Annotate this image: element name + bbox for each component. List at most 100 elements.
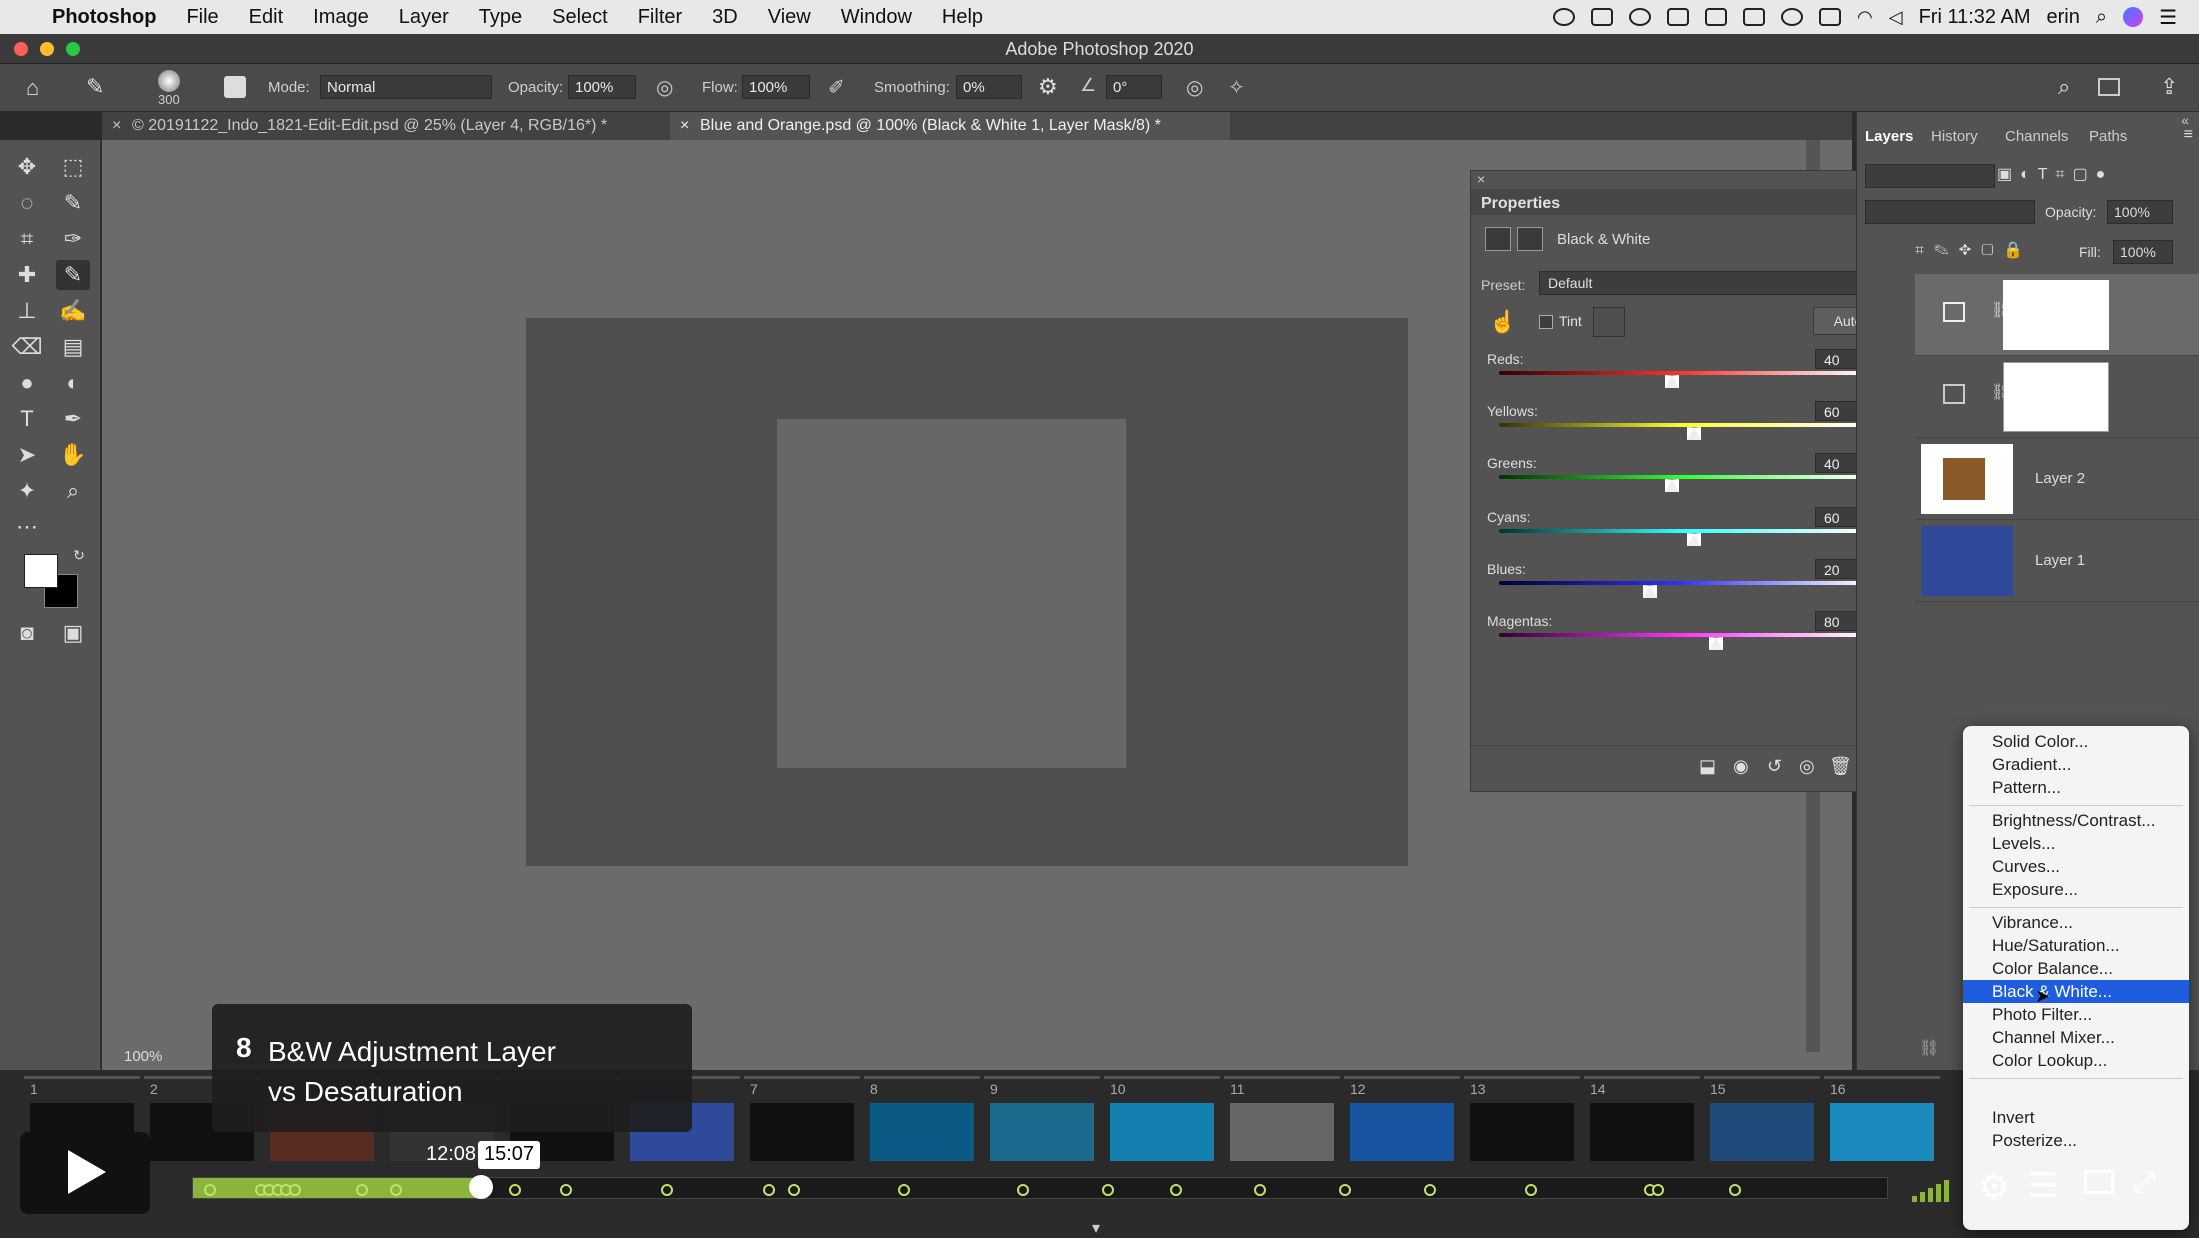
chapter-thumbnail[interactable]: 14 bbox=[1584, 1076, 1700, 1168]
chapter-marker[interactable] bbox=[762, 1184, 775, 1196]
home-icon[interactable]: ⌂ bbox=[26, 75, 39, 101]
lock-icons[interactable]: ⌗✎✥▢🔒 bbox=[1915, 240, 2033, 260]
smoothing-field[interactable]: 0% bbox=[956, 75, 1022, 99]
chapter-marker[interactable] bbox=[288, 1184, 301, 1196]
chapter-thumbnail[interactable]: 7 bbox=[744, 1076, 860, 1168]
chapter-thumbnail[interactable]: 10 bbox=[1104, 1076, 1220, 1168]
chapter-marker[interactable] bbox=[203, 1184, 216, 1196]
chapter-marker[interactable] bbox=[1728, 1184, 1741, 1196]
chapter-marker[interactable] bbox=[559, 1184, 572, 1196]
slider-thumb[interactable] bbox=[1687, 533, 1702, 546]
menu-item-color-lookup[interactable]: Color Lookup... bbox=[1963, 1049, 2189, 1072]
spotlight-search-icon[interactable]: ⌕ bbox=[2096, 6, 2107, 29]
layer-row-layer-1[interactable]: Layer 1 bbox=[1915, 520, 2199, 602]
flow-field[interactable]: 100% bbox=[742, 75, 810, 99]
chapter-thumbnail[interactable]: 15 bbox=[1704, 1076, 1820, 1168]
dodge-tool-icon[interactable]: ◐ bbox=[56, 368, 90, 398]
menu-image[interactable]: Image bbox=[313, 6, 369, 29]
menu-item-brightness-contrast[interactable]: Brightness/Contrast... bbox=[1963, 809, 2189, 832]
slider-track[interactable] bbox=[1499, 423, 1867, 427]
playhead[interactable] bbox=[468, 1175, 493, 1199]
chapter-thumbnail[interactable]: 11 bbox=[1224, 1076, 1340, 1168]
chapter-marker[interactable] bbox=[898, 1184, 911, 1196]
airplay-icon[interactable] bbox=[1819, 8, 1842, 26]
tab-channels[interactable]: Channels bbox=[2005, 128, 2068, 145]
chapter-marker[interactable] bbox=[1652, 1184, 1665, 1196]
chapter-thumbnail[interactable]: 9 bbox=[984, 1076, 1100, 1168]
menu-item-black-white[interactable]: Black & White... bbox=[1963, 980, 2189, 1003]
menu-type[interactable]: Type bbox=[479, 6, 522, 29]
menu-item-posterize[interactable]: Posterize... bbox=[1963, 1129, 2189, 1152]
layer-name[interactable]: Layer 1 bbox=[2035, 552, 2085, 569]
menu-filter[interactable]: Filter bbox=[638, 6, 682, 29]
clip-to-layer-icon[interactable]: ⬓ bbox=[1699, 756, 1716, 777]
hand-tool-icon[interactable]: ✋ bbox=[56, 440, 90, 470]
blend-mode-select[interactable] bbox=[1865, 200, 2035, 224]
mask-icon[interactable] bbox=[1517, 227, 1543, 251]
layer-row-layer-2[interactable]: Layer 2 bbox=[1915, 438, 2199, 520]
adjustment-layer-icon[interactable] bbox=[1485, 227, 1511, 251]
chapter-marker[interactable] bbox=[508, 1184, 521, 1196]
chapter-marker[interactable] bbox=[788, 1184, 801, 1196]
chapter-marker[interactable] bbox=[661, 1184, 674, 1196]
chapter-thumbnail[interactable]: 8 bbox=[864, 1076, 980, 1168]
menu-help[interactable]: Help bbox=[942, 6, 983, 29]
menu-item-photo-filter[interactable]: Photo Filter... bbox=[1963, 1003, 2189, 1026]
fill-field[interactable]: 100% bbox=[2113, 240, 2173, 264]
notification-center-icon[interactable]: ☰ bbox=[2159, 5, 2177, 30]
preset-select[interactable]: Default bbox=[1539, 271, 1883, 295]
volume-icon[interactable]: ◁ bbox=[1889, 7, 1903, 28]
play-button[interactable] bbox=[20, 1132, 150, 1214]
chapter-marker[interactable] bbox=[1169, 1184, 1182, 1196]
user-name[interactable]: erin bbox=[2047, 6, 2080, 29]
slider-thumb[interactable] bbox=[1664, 479, 1679, 492]
menu-item-levels[interactable]: Levels... bbox=[1963, 832, 2189, 855]
history-brush-icon[interactable]: ✍ bbox=[56, 296, 90, 326]
opacity-field[interactable]: 100% bbox=[568, 75, 636, 99]
tab-paths[interactable]: Paths bbox=[2089, 128, 2127, 145]
marquee-tool-icon[interactable]: ⬚ bbox=[56, 152, 90, 182]
menu-item-exposure[interactable]: Exposure... bbox=[1963, 878, 2189, 901]
screen-icon[interactable] bbox=[1591, 8, 1614, 26]
tab-layers[interactable]: Layers bbox=[1865, 128, 1913, 145]
collapse-chevron-icon[interactable]: ▾ bbox=[1092, 1218, 1100, 1238]
filter-icons[interactable]: ▣◐T⌗▢● bbox=[1997, 164, 2113, 184]
menu-item-solid-color[interactable]: Solid Color... bbox=[1963, 730, 2189, 753]
menu-edit[interactable]: Edit bbox=[249, 6, 283, 29]
screen-mode-icon[interactable]: ▣ bbox=[56, 618, 90, 648]
settings-gear-icon[interactable]: ⚙ bbox=[1978, 1166, 2010, 1208]
slider-thumb[interactable] bbox=[1642, 585, 1657, 598]
type-tool-icon[interactable]: T bbox=[10, 404, 44, 434]
menu-layer[interactable]: Layer bbox=[399, 6, 449, 29]
foreground-color-swatch[interactable] bbox=[24, 554, 58, 588]
swap-colors-icon[interactable]: ↻ bbox=[62, 540, 96, 570]
progress-bar[interactable] bbox=[192, 1175, 1888, 1199]
stamp-tool-icon[interactable]: ⊥ bbox=[10, 296, 44, 326]
layer-name[interactable]: Layer 2 bbox=[2035, 470, 2085, 487]
tab-close-icon[interactable]: × bbox=[112, 112, 121, 140]
document-canvas[interactable] bbox=[526, 318, 1408, 866]
lasso-tool-icon[interactable]: ◌ bbox=[10, 188, 44, 218]
tint-color-swatch[interactable] bbox=[1593, 307, 1625, 337]
menu-file[interactable]: File bbox=[186, 6, 218, 29]
dropbox-icon[interactable] bbox=[1705, 8, 1728, 26]
eyedropper-tool-icon[interactable]: ✑ bbox=[56, 224, 90, 254]
menu-item-gradient[interactable]: Gradient... bbox=[1963, 753, 2189, 776]
chapter-marker[interactable] bbox=[1101, 1184, 1114, 1196]
menu-select[interactable]: Select bbox=[552, 6, 608, 29]
slider-track[interactable] bbox=[1499, 475, 1867, 479]
airbrush-icon[interactable]: ✐ bbox=[828, 75, 845, 100]
window-minimize-button[interactable] bbox=[40, 42, 54, 56]
angle-field[interactable]: 0° bbox=[1106, 75, 1162, 99]
healing-tool-icon[interactable]: ✚ bbox=[10, 260, 44, 290]
menu-window[interactable]: Window bbox=[841, 6, 912, 29]
menu-item-curves[interactable]: Curves... bbox=[1963, 855, 2189, 878]
creative-cloud-icon[interactable] bbox=[1553, 8, 1576, 26]
move-tool-icon[interactable]: ✥ bbox=[10, 152, 44, 182]
layer-row-adjustment[interactable]: ⛓ bbox=[1915, 356, 2199, 438]
chapter-marker[interactable] bbox=[1423, 1184, 1436, 1196]
pen-tool-icon[interactable]: ✒ bbox=[56, 404, 90, 434]
zoom-tool-icon[interactable]: ⌕ bbox=[56, 476, 90, 506]
menu-item-channel-mixer[interactable]: Channel Mixer... bbox=[1963, 1026, 2189, 1049]
menu-item-vibrance[interactable]: Vibrance... bbox=[1963, 911, 2189, 934]
